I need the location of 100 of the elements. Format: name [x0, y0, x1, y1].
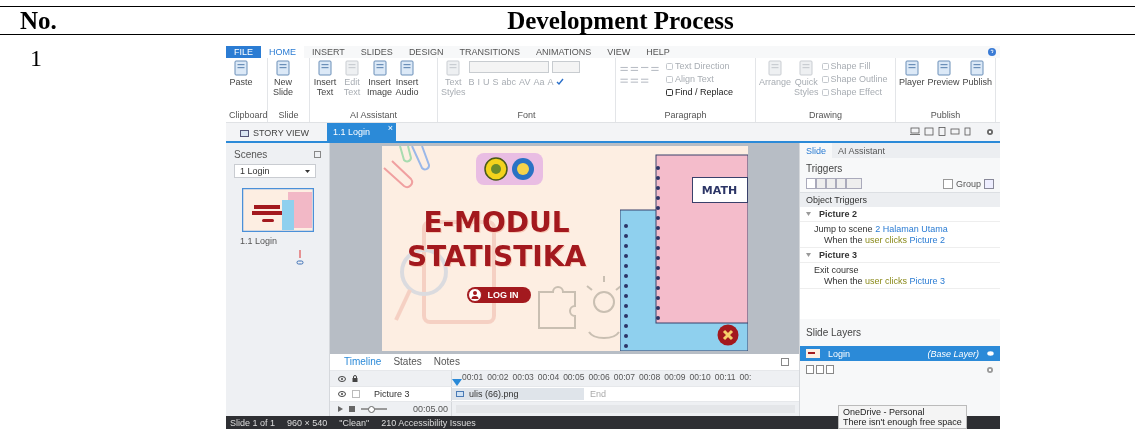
status-text: "Clean" [339, 417, 370, 428]
close-button[interactable] [716, 324, 739, 346]
emblem-icon [483, 157, 508, 181]
slide-title: STATISTIKA [406, 240, 587, 274]
trigger-action[interactable]: Jump to scene 2 Halaman Utama [814, 224, 986, 234]
document-icon [903, 60, 920, 76]
tooltip-title: OneDrive - Personal [843, 407, 926, 417]
notebook-label: MATH [691, 177, 748, 203]
ribbon-button[interactable]: Player [899, 60, 925, 87]
user-icon [467, 288, 482, 302]
trigger-object[interactable]: Picture 3 [800, 248, 1000, 263]
spellcheck-icon[interactable] [556, 78, 565, 86]
duration-text: 00:05.00 [412, 404, 449, 415]
ribbon-button[interactable]: Insert Audio [395, 60, 419, 97]
document-tab[interactable]: STORY VIEW [236, 125, 322, 141]
menu-tab[interactable]: INSERT [304, 46, 353, 58]
lock-checkbox[interactable] [352, 390, 360, 399]
layer-toolbar-icons[interactable] [806, 365, 834, 374]
time-tick: 00:05 [563, 371, 585, 382]
time-tick: 00:08 [638, 371, 661, 382]
trigger-object[interactable]: Picture 2 [800, 207, 1000, 222]
eye-icon[interactable] [338, 391, 346, 398]
ribbon-button[interactable]: Insert Text [313, 60, 337, 97]
menu-tab[interactable]: HOME [261, 46, 304, 58]
ribbon-button[interactable]: Publish [962, 60, 993, 87]
menu-tab[interactable]: TRANSITIONS [451, 46, 528, 58]
trigger-action[interactable]: Exit course [814, 265, 986, 275]
ribbon-button[interactable]: Insert Image [367, 60, 392, 97]
document-tab[interactable]: 1.1 Login × [327, 123, 397, 141]
time-tick: 00:10 [689, 371, 711, 382]
settings-icon[interactable] [986, 128, 994, 136]
section-title: Slide Layers [806, 327, 863, 338]
group-label: Slide [277, 110, 300, 122]
play-icon[interactable] [338, 406, 343, 413]
end-marker: End [590, 389, 606, 400]
menu-tab[interactable]: ANIMATIONS [527, 46, 600, 58]
group-label: AI Assistant [349, 110, 398, 122]
zoom-slider[interactable] [361, 408, 387, 411]
window-icon[interactable] [781, 357, 789, 366]
document-icon [317, 60, 333, 76]
scene-dropdown[interactable]: 1 Login [234, 164, 316, 178]
time-tick: 00:06 [588, 371, 610, 382]
document-icon [767, 60, 783, 76]
font-name-field[interactable] [468, 61, 549, 73]
help-icon[interactable] [988, 48, 996, 56]
status-text: 210 Accessibility Issues [381, 417, 476, 428]
timeline-tab[interactable]: States [393, 356, 422, 368]
status-text: 960 × 540 [287, 417, 328, 428]
slide-title: E-MODUL [423, 206, 570, 240]
ribbon-button[interactable]: Paste [229, 60, 253, 87]
lock-icon[interactable] [352, 375, 358, 383]
tooltip-text: There isn't enough free space [843, 417, 962, 427]
window-icon[interactable] [984, 178, 994, 189]
panel-tab[interactable]: Slide [800, 143, 832, 158]
grid-icon [240, 129, 249, 137]
document-icon [935, 60, 952, 76]
ribbon-button[interactable]: Find / Replace [666, 87, 734, 97]
menu-tab[interactable]: DESIGN [400, 46, 452, 58]
timeline-tab[interactable]: Timeline [344, 356, 382, 368]
menu-tab[interactable]: VIEW [599, 46, 639, 58]
login-button[interactable]: LOG IN [466, 287, 531, 303]
group-checkbox[interactable] [943, 178, 953, 189]
time-tick: 00:02 [487, 371, 509, 382]
window-icon[interactable] [314, 151, 321, 158]
trigger-condition: When the user clicks Picture 3 [823, 276, 947, 286]
object-bar[interactable]: ulis (66).png [452, 388, 584, 401]
document-icon [399, 60, 415, 76]
settings-icon[interactable] [986, 365, 994, 374]
slide-thumbnail[interactable] [242, 188, 314, 232]
column-header: No. [19, 7, 58, 34]
document-icon [233, 60, 249, 76]
timeline-tab[interactable]: Notes [433, 356, 460, 368]
stop-icon[interactable] [349, 406, 355, 413]
row-number: 1 [29, 46, 42, 70]
close-icon[interactable]: × [387, 124, 394, 133]
ribbon-button[interactable]: New Slide [271, 60, 295, 97]
document-icon [371, 60, 388, 76]
eye-icon[interactable] [338, 375, 346, 382]
menu-tab[interactable]: FILE [226, 46, 261, 58]
eye-icon [987, 351, 994, 356]
font-size-field[interactable] [551, 61, 580, 73]
checkbox-label: Group [956, 178, 981, 189]
time-tick: 00:07 [613, 371, 635, 382]
trigger-toolbar-icons[interactable] [806, 178, 862, 189]
status-text: Slide 1 of 1 [230, 417, 276, 428]
layer-row[interactable]: Login (Base Layer) [800, 346, 1000, 361]
slide-label: 1.1 Login [240, 236, 278, 246]
document-icon [344, 60, 360, 76]
menu-tab[interactable]: HELP [638, 46, 678, 58]
panel-tab[interactable]: AI Assistant [832, 143, 892, 158]
document-icon [969, 60, 986, 76]
slide-thumbnail-icon [806, 349, 820, 358]
time-tick: 00:01 [462, 371, 484, 382]
layer-name: Picture 3 [374, 389, 410, 400]
menu-tab[interactable]: SLIDES [352, 46, 401, 58]
group-label: Publish [929, 110, 962, 122]
time-tick: 00: [739, 371, 752, 382]
document-icon [445, 60, 462, 76]
ribbon-button[interactable]: Preview [927, 60, 960, 87]
scene-link-icon [296, 250, 304, 266]
